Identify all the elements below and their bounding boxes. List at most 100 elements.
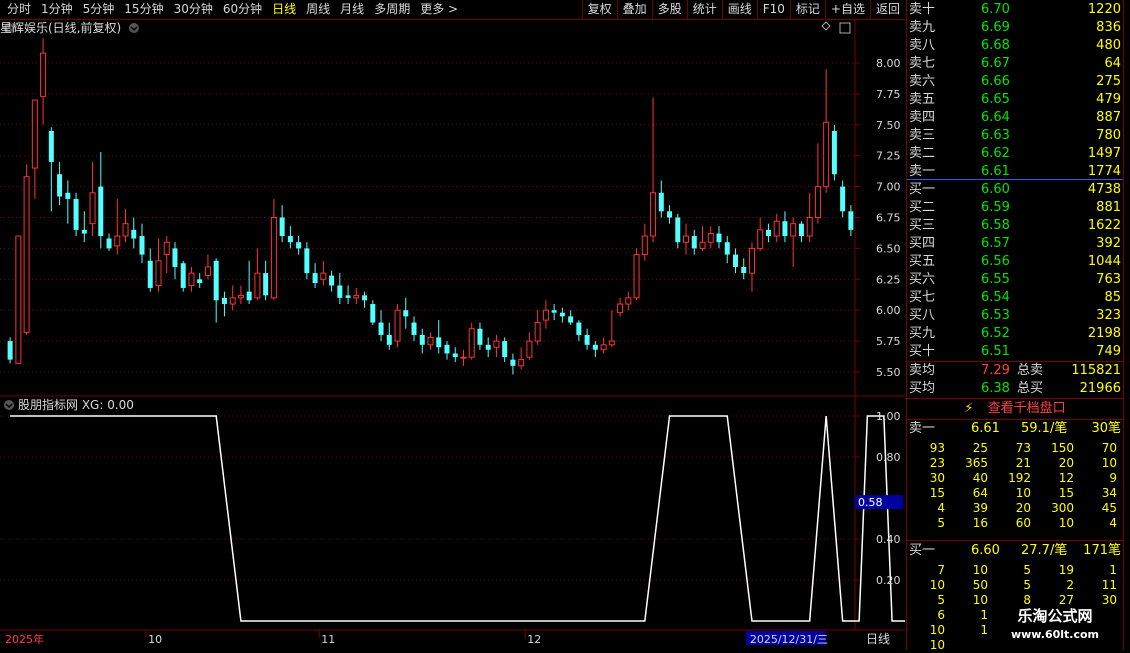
candle-body	[353, 294, 360, 299]
level-label: 买七	[909, 290, 936, 305]
level-volume: 1497	[1087, 146, 1121, 161]
bid-row-5[interactable]: 买六 6.55 763	[907, 271, 1123, 289]
bid-row-0[interactable]: 买一 6.60 4738	[907, 181, 1123, 199]
candle-body	[254, 272, 261, 299]
price-tick: 6.50	[876, 242, 901, 255]
level-label: 买三	[909, 218, 936, 233]
action-button-1[interactable]: 叠加	[616, 0, 652, 19]
period-tab-0[interactable]: 分时	[2, 1, 36, 17]
price-tick: 7.75	[876, 88, 901, 101]
candle-body	[345, 295, 351, 298]
bid-row-2[interactable]: 买三 6.58 1622	[907, 217, 1123, 235]
period-tab-9[interactable]: 多周期	[369, 1, 415, 17]
bid-row-7[interactable]: 买八 6.53 323	[907, 307, 1123, 325]
action-button-7[interactable]: +自选	[824, 0, 870, 19]
ask-row-5[interactable]: 卖五 6.65 479	[907, 91, 1123, 109]
period-tab-4[interactable]: 30分钟	[169, 1, 218, 17]
candle-body	[831, 130, 837, 175]
bid-row-9[interactable]: 买十 6.51 749	[907, 343, 1123, 361]
ask-row-2[interactable]: 卖八 6.68 480	[907, 37, 1123, 55]
period-tab-10[interactable]: 更多 >	[415, 1, 463, 17]
candle-body	[57, 174, 63, 197]
price-tick: 8.00	[876, 57, 901, 70]
level-volume: 2198	[1087, 326, 1121, 341]
period-tab-7[interactable]: 周线	[301, 1, 335, 17]
ask-row-7[interactable]: 卖三 6.63 780	[907, 127, 1123, 145]
candle-body	[790, 223, 797, 237]
ask-row-6[interactable]: 卖四 6.64 887	[907, 109, 1123, 127]
candle-body	[732, 254, 738, 267]
avg-sell-row: 卖均 7.29 总卖 115821	[909, 363, 1121, 378]
level-label: 卖四	[909, 110, 936, 125]
cursor-value: 0.58	[858, 496, 883, 509]
level-volume: 780	[1096, 128, 1121, 143]
action-button-3[interactable]: 统计	[686, 0, 722, 19]
candle-body	[7, 341, 13, 360]
queue-row: 23 365 21 20 10	[907, 455, 1123, 471]
level-price: 6.51	[981, 344, 1010, 359]
level-volume: 85	[1104, 290, 1121, 305]
ask-row-3[interactable]: 卖七 6.67 64	[907, 55, 1123, 73]
period-tab-5[interactable]: 60分钟	[218, 1, 267, 17]
period-tab-6[interactable]: 日线	[267, 1, 301, 17]
candle-body	[757, 229, 764, 249]
candle-body	[65, 192, 71, 199]
ask-row-1[interactable]: 卖九 6.69 836	[907, 19, 1123, 37]
queue-cell: 21	[1015, 456, 1031, 470]
period-tab-3[interactable]: 15分钟	[119, 1, 168, 17]
indicator-chevron-icon[interactable]	[4, 400, 14, 410]
candle-body	[337, 285, 343, 298]
action-button-5[interactable]: F10	[756, 0, 790, 19]
level-price: 6.53	[981, 308, 1010, 323]
candle-body	[691, 236, 697, 249]
level-label: 卖五	[909, 92, 936, 107]
bid-row-6[interactable]: 买七 6.54 85	[907, 289, 1123, 307]
indicator-tick: 1.00	[876, 410, 901, 423]
candle-body	[378, 322, 384, 335]
candle-body	[98, 186, 104, 237]
queue-cell: 10	[1058, 516, 1074, 530]
period-tab-8[interactable]: 月线	[335, 1, 369, 17]
bid-row-4[interactable]: 买五 6.56 1044	[907, 253, 1123, 271]
level-price: 6.58	[981, 218, 1010, 233]
action-button-8[interactable]: 返回	[869, 0, 905, 19]
level-price: 6.62	[981, 146, 1010, 161]
queue-cell: 4	[1109, 516, 1117, 530]
bid-row-3[interactable]: 买四 6.57 392	[907, 235, 1123, 253]
buy1-summary: 买一 6.60 27.7/笔 171笔	[909, 543, 1121, 558]
level-price: 6.56	[981, 254, 1010, 269]
action-button-4[interactable]: 画线	[721, 0, 757, 19]
action-button-0[interactable]: 复权	[581, 0, 617, 19]
level-label: 买二	[909, 200, 936, 215]
bid-row-8[interactable]: 买九 6.52 2198	[907, 325, 1123, 343]
bid-row-1[interactable]: 买二 6.59 881	[907, 199, 1123, 217]
settings-chevron-icon[interactable]	[129, 23, 139, 33]
action-button-6[interactable]: 标记	[789, 0, 825, 19]
queue-cell: 5	[937, 516, 945, 530]
ask-row-0[interactable]: 卖十 6.70 1220	[907, 1, 1123, 19]
price-tick: 6.75	[876, 212, 901, 225]
indicator-title: 股朋指标网 XG: 0.00	[18, 397, 134, 412]
queue-cell: 23	[929, 456, 945, 470]
candle-body	[279, 217, 285, 237]
candle-body	[304, 248, 310, 274]
level-price: 6.54	[981, 290, 1010, 305]
level-volume: 392	[1096, 236, 1121, 251]
queue-cell: 60	[1015, 516, 1031, 530]
queue-cell: 16	[972, 516, 988, 530]
period-tab-2[interactable]: 5分钟	[78, 1, 120, 17]
ask-row-4[interactable]: 卖六 6.66 275	[907, 73, 1123, 91]
level-volume: 749	[1096, 344, 1121, 359]
deep-orderbook-button[interactable]: ⚡ 查看千档盘口	[907, 400, 1123, 418]
candle-body	[362, 295, 368, 301]
period-tab-1[interactable]: 1分钟	[36, 1, 78, 17]
main-title: 星辉娱乐(日线,前复权)	[0, 20, 121, 35]
level-label: 卖八	[909, 38, 936, 53]
queue-cell: 15	[1058, 486, 1074, 500]
price-tick: 5.50	[876, 366, 901, 379]
action-button-2[interactable]: 多股	[651, 0, 687, 19]
kline-chart[interactable]: 8.00 7.75 7.50 7.25 7.00 6.75 6.50 6.25 6.00 5.75…	[0, 20, 905, 650]
sell1-summary: 卖一 6.61 59.1/笔 30笔	[909, 421, 1121, 436]
ask-row-8[interactable]: 卖二 6.62 1497	[907, 145, 1123, 163]
candle-body	[641, 235, 648, 256]
